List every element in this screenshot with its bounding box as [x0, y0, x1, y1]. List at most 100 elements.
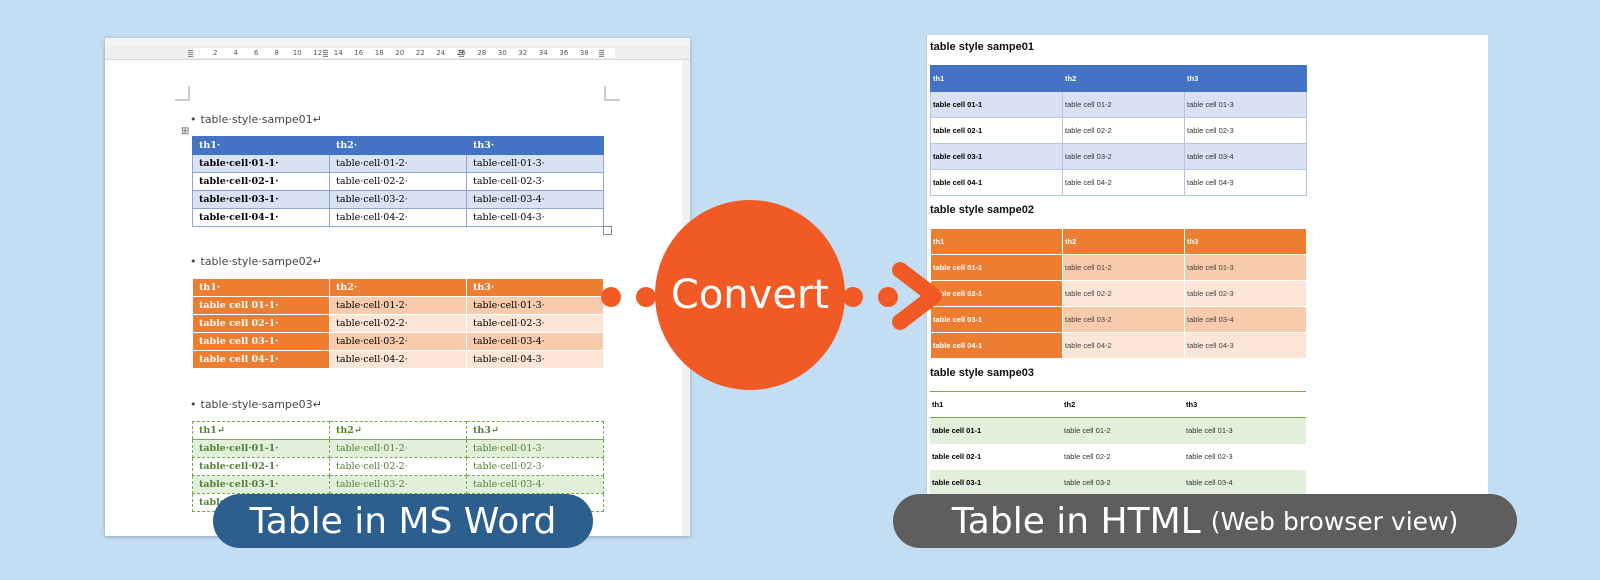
table-resize-handle[interactable]	[603, 226, 612, 235]
word-title-bar	[105, 38, 690, 46]
table-cell: table cell 02-3	[1184, 117, 1307, 144]
table-cell[interactable]: table cell 03-1·	[192, 332, 330, 351]
table-header-cell: th1	[930, 391, 1062, 418]
table-cell[interactable]: table·cell·04-3·	[466, 208, 604, 227]
table-header-cell: th1	[930, 228, 1063, 255]
table-cell[interactable]: table·cell·03-2·	[329, 332, 467, 351]
table-cell[interactable]: table·cell·01-3·	[466, 439, 604, 458]
table-header-cell[interactable]: th1·	[192, 278, 330, 297]
table-cell: table cell 03-4	[1184, 143, 1307, 170]
table-cell[interactable]: table·cell·03-1·	[192, 475, 330, 494]
table-header-row: th1 th2 th3	[930, 391, 1306, 418]
ruler-tick-label: 36	[559, 49, 569, 57]
table-row: table cell 04-1 table cell 04-2 table ce…	[930, 332, 1307, 359]
table-cell[interactable]: table·cell·02-2·	[329, 172, 467, 191]
table-cell[interactable]: table·cell·01-2·	[329, 154, 467, 173]
caption-html: Table in HTML (Web browser view)	[893, 494, 1517, 548]
table-header-cell[interactable]: th3·	[466, 278, 604, 297]
arrow-dot	[843, 287, 863, 307]
table-cell: table cell 03-4	[1184, 469, 1306, 496]
caption-html-subtext: (Web browser view)	[1210, 506, 1459, 536]
word-document-window: 2 4 6 8 10 12 14 16 18 20 22 24 26 28 30 32 34 36 38 • tabl…	[105, 38, 690, 536]
table-row: table cell 04-1 table cell 04-2 table ce…	[930, 169, 1307, 196]
table-cell[interactable]: table cell 01-1·	[192, 296, 330, 315]
table-cell[interactable]: table·cell·02-2·	[329, 314, 467, 333]
ruler-right-indent-marker[interactable]	[599, 49, 604, 57]
table-cell[interactable]: table·cell·01-2·	[329, 439, 467, 458]
table-row: table·cell·03-1· table·cell·03-2· table·…	[192, 475, 604, 494]
table-cell[interactable]: table·cell·04-2·	[329, 350, 467, 369]
table-header-row: th1 th2 th3	[930, 65, 1307, 92]
table-cell[interactable]: table·cell·03-4·	[466, 190, 604, 209]
table-header-cell[interactable]: th2↵	[329, 421, 467, 440]
table-cell: table cell 03-2	[1062, 143, 1185, 170]
table-cell[interactable]: table cell 02-1·	[192, 314, 330, 333]
table-cell[interactable]: table·cell·04-3·	[466, 350, 604, 369]
table-header-cell[interactable]: th1↵	[192, 421, 330, 440]
horizontal-ruler[interactable]: 2 4 6 8 10 12 14 16 18 20 22 24 26 28 30 32 34 36 38	[105, 46, 690, 60]
arrow-dot	[601, 287, 621, 307]
table-cell[interactable]: table·cell·02-3·	[466, 457, 604, 476]
word-table-sampe02[interactable]: th1· th2· th3· table cell 01-1· table·ce…	[192, 278, 604, 369]
table-cell: table cell 01-1	[930, 91, 1063, 118]
word-heading-sampe03: • table·style·sampe03↵	[190, 398, 322, 411]
table-header-cell: th3	[1184, 228, 1307, 255]
table-header-cell: th3	[1184, 65, 1307, 92]
ruler-tick-label: 26	[456, 49, 466, 57]
table-cell: table cell 02-3	[1184, 280, 1307, 307]
table-cell: table cell 01-2	[1062, 417, 1184, 444]
table-row: table cell 03-1 table cell 03-2 table ce…	[930, 143, 1307, 170]
table-cell: table cell 01-1	[930, 254, 1063, 281]
table-cell[interactable]: table·cell·01-3·	[466, 296, 604, 315]
table-row: table cell 03-1· table·cell·03-2· table·…	[192, 332, 604, 351]
table-row: table cell 02-1 table cell 02-2 table ce…	[930, 444, 1306, 470]
table-cell[interactable]: table·cell·03-4·	[466, 332, 604, 351]
table-header-cell[interactable]: th2·	[329, 136, 467, 155]
table-cell[interactable]: table·cell·01-2·	[329, 296, 467, 315]
table-header-cell[interactable]: th3↵	[466, 421, 604, 440]
table-cell[interactable]: table·cell·02-2·	[329, 457, 467, 476]
table-row: table cell 01-1 table cell 01-2 table ce…	[930, 91, 1307, 118]
table-cell[interactable]: table·cell·03-4·	[466, 475, 604, 494]
table-header-cell[interactable]: th3·	[466, 136, 604, 155]
table-cell[interactable]: table·cell·02-1·	[192, 457, 330, 476]
table-header-cell[interactable]: th1·	[192, 136, 330, 155]
ruler-tick-label: 38	[579, 49, 589, 57]
table-cell[interactable]: table·cell·03-1·	[192, 190, 330, 209]
crop-mark-top-right	[604, 86, 620, 101]
ruler-tick-label: 8	[274, 49, 279, 57]
table-cell[interactable]: table cell 04-1·	[192, 350, 330, 369]
table-header-cell[interactable]: th2·	[329, 278, 467, 297]
table-cell[interactable]: table·cell·01-1·	[192, 154, 330, 173]
ruler-left-indent-marker[interactable]	[188, 49, 193, 57]
table-cell[interactable]: table·cell·02-3·	[466, 314, 604, 333]
ruler-tick-label: 28	[477, 49, 487, 57]
table-cell[interactable]: table·cell·02-1·	[192, 172, 330, 191]
table-cell[interactable]: table·cell·03-2·	[329, 190, 467, 209]
table-row: table·cell·01-1· table·cell·01-2· table·…	[192, 439, 604, 458]
table-cell[interactable]: table·cell·02-3·	[466, 172, 604, 191]
table-cell: table cell 03-2	[1062, 306, 1185, 333]
word-table-sampe01[interactable]: th1· th2· th3· table·cell·01-1· table·ce…	[192, 136, 604, 227]
table-row: table cell 01-1 table cell 01-2 table ce…	[930, 254, 1307, 281]
table-cell[interactable]: table·cell·03-2·	[329, 475, 467, 494]
table-header-cell: th2	[1062, 391, 1184, 418]
table-row: table cell 01-1· table·cell·01-2· table·…	[192, 296, 604, 315]
table-row: table cell 03-1 table cell 03-2 table ce…	[930, 469, 1306, 496]
html-table-sampe02: th1 th2 th3 table cell 01-1 table cell 0…	[930, 228, 1307, 359]
table-cell[interactable]: table·cell·01-1·	[192, 439, 330, 458]
ruler-tick-label: 22	[415, 49, 425, 57]
table-cell: table cell 03-2	[1062, 469, 1184, 496]
html-table-sampe01: th1 th2 th3 table cell 01-1 table cell 0…	[930, 65, 1307, 196]
table-cell[interactable]: table·cell·04-1·	[192, 208, 330, 227]
table-cell: table cell 01-1	[930, 417, 1062, 444]
table-cell: table cell 04-2	[1062, 332, 1185, 359]
table-cell: table cell 01-2	[1062, 254, 1185, 281]
table-cell[interactable]: table·cell·01-3·	[466, 154, 604, 173]
html-table-sampe03: th1 th2 th3 table cell 01-1 table cell 0…	[930, 391, 1306, 496]
ruler-tick-label: 14	[333, 49, 343, 57]
table-move-handle-icon[interactable]: ⊞	[181, 126, 189, 137]
html-title-sampe01: table style sampe01	[930, 41, 1034, 53]
ruler-tick-label: 34	[538, 49, 548, 57]
table-cell[interactable]: table·cell·04-2·	[329, 208, 467, 227]
